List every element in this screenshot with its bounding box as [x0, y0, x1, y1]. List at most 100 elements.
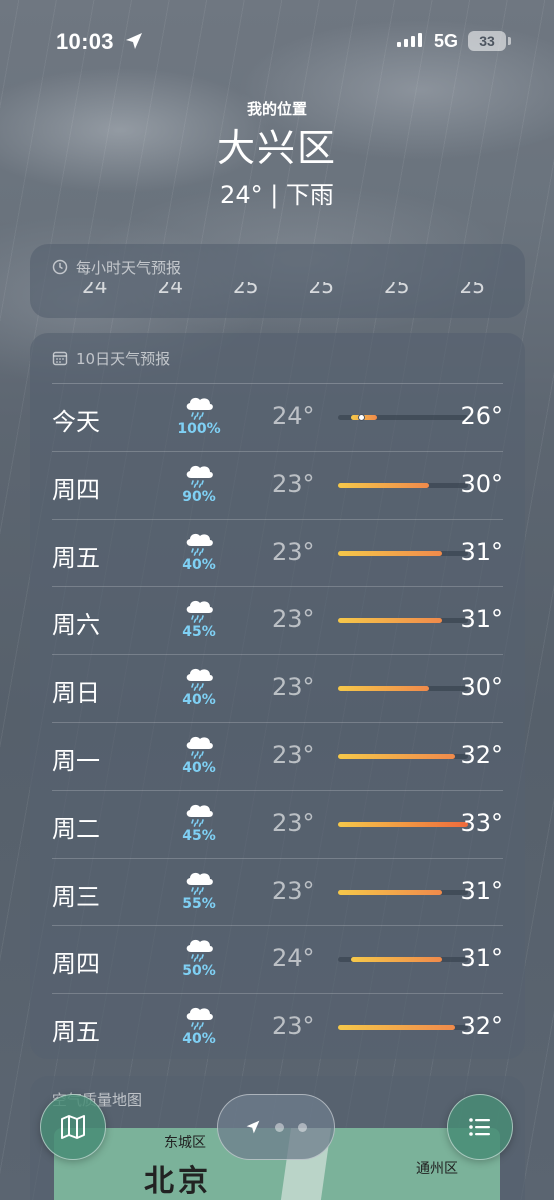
hourly-temp: 25 [308, 282, 334, 298]
ten-day-forecast-title: 10日天气预报 [76, 349, 171, 368]
high-temp: 33° [460, 808, 503, 837]
day-label: 周四 [52, 475, 100, 504]
calendar-icon [52, 351, 68, 366]
temp-range-track [338, 686, 468, 692]
high-temp: 31° [460, 537, 503, 566]
low-temp: 24° [272, 402, 315, 430]
network-type: 5G [434, 31, 459, 51]
forecast-row[interactable]: 周六 45% 23° 31° [52, 587, 503, 656]
hourly-temp: 25 [384, 282, 410, 298]
rain-cloud-icon [186, 397, 213, 420]
precip-chance: 40% [182, 1031, 216, 1048]
high-temp: 31° [460, 605, 503, 634]
forecast-row[interactable]: 周四 90% 23° 30° [52, 452, 503, 520]
high-temp: 30° [460, 469, 503, 498]
day-label: 周五 [52, 1018, 100, 1047]
forecast-row[interactable]: 周二 45% 23° 33° [52, 791, 503, 859]
high-temp: 32° [460, 740, 503, 769]
temp-range-track [338, 550, 468, 556]
temp-range-bar [338, 482, 429, 488]
rain-cloud-icon [186, 669, 213, 691]
rain-cloud-icon [186, 804, 213, 827]
precip-chance: 90% [182, 488, 216, 505]
clock-icon [52, 259, 68, 275]
temp-range-bar [338, 686, 429, 692]
map-button[interactable] [40, 1094, 106, 1160]
daily-rows: 今天 100% 24° 26° 周四 90% 23° 30° 周五 40% 23° 31° 周六 45% 2… [30, 384, 525, 1059]
day-label: 周四 [52, 950, 100, 979]
page-dot[interactable] [275, 1122, 284, 1132]
signal-icon [397, 33, 422, 47]
temp-range-bar [338, 618, 442, 624]
city-name: 大兴区 [216, 126, 337, 170]
list-icon [469, 1118, 490, 1136]
day-label: 周二 [52, 814, 100, 843]
forecast-row[interactable]: 今天 100% 24° 26° [52, 384, 503, 452]
low-temp: 23° [272, 876, 315, 905]
precip-chance: 40% [182, 556, 216, 573]
location-header: 我的位置 大兴区 24° | 下雨 [0, 98, 554, 210]
low-temp: 23° [272, 808, 315, 837]
day-label: 周六 [52, 611, 100, 640]
low-temp: 23° [272, 469, 315, 498]
rain-cloud-icon [186, 465, 213, 488]
hourly-forecast-title: 每小时天气预报 [76, 258, 182, 277]
rain-cloud-icon [186, 533, 213, 556]
temp-range-bar [338, 1025, 455, 1031]
temp-range-bar [338, 550, 442, 556]
temp-range-track [338, 821, 468, 827]
precip-chance: 45% [182, 624, 216, 641]
low-temp: 23° [272, 537, 315, 566]
ten-day-forecast-card[interactable]: 10日天气预报 今天 100% 24° 26° 周四 90% 23° 30° 周五 40% 23° 3… [30, 333, 525, 1059]
forecast-row[interactable]: 周三 55% 23° 31° [52, 859, 503, 927]
map-label-east: 通州区 [416, 1161, 458, 1177]
current-temp-dot [358, 414, 365, 421]
day-label: 周一 [52, 746, 100, 775]
page-dot[interactable] [298, 1122, 307, 1132]
precip-chance: 55% [182, 895, 216, 912]
location-arrow-icon [246, 1120, 260, 1134]
low-temp: 23° [272, 1012, 315, 1041]
rain-cloud-icon [186, 1008, 213, 1030]
precip-chance: 100% [177, 421, 221, 437]
hourly-temp: 25 [459, 282, 485, 298]
map-icon [61, 1115, 85, 1139]
temp-range-bar [338, 821, 468, 827]
temp-range-bar [351, 957, 442, 963]
battery-icon: 33 [468, 31, 511, 51]
hourly-forecast-card[interactable]: 每小时天气预报 24 24 25 25 25 25 [30, 244, 525, 318]
hourly-temp: 24 [157, 282, 183, 298]
rain-cloud-icon [186, 872, 213, 895]
precip-chance: 40% [182, 692, 216, 709]
temp-range-bar [338, 889, 442, 895]
ten-day-forecast-header: 10日天气预报 [30, 333, 525, 383]
forecast-row[interactable]: 周五 40% 23° 31° [52, 520, 503, 588]
temp-range-track [338, 957, 468, 963]
location-pager[interactable] [217, 1094, 335, 1160]
hourly-temps: 24 24 25 25 25 25 [30, 282, 525, 302]
precip-chance: 45% [182, 827, 216, 844]
day-label: 周日 [52, 679, 100, 708]
current-summary: 24° | 下雨 [220, 181, 334, 209]
high-temp: 26° [460, 402, 503, 430]
locations-list-button[interactable] [447, 1094, 513, 1160]
low-temp: 23° [272, 740, 315, 769]
location-arrow-icon [126, 33, 142, 49]
forecast-row[interactable]: 周四 50% 24° 31° [52, 926, 503, 995]
temp-range-track [338, 482, 468, 488]
forecast-row[interactable]: 周五 40% 23° 32° [52, 994, 503, 1059]
rain-cloud-icon [186, 736, 213, 759]
temp-range-track [338, 753, 468, 759]
low-temp: 23° [272, 673, 315, 702]
forecast-row[interactable]: 周日 40% 23° 30° [52, 655, 503, 723]
temp-range-track [338, 889, 468, 895]
map-label-city: 北京 [144, 1164, 212, 1199]
high-temp: 30° [460, 673, 503, 702]
hourly-temp: 25 [233, 282, 259, 298]
day-label: 周三 [52, 882, 100, 911]
precip-chance: 50% [182, 963, 216, 980]
forecast-row[interactable]: 周一 40% 23° 32° [52, 723, 503, 791]
map-label-district: 东城区 [164, 1135, 206, 1151]
temp-range-track [338, 618, 468, 624]
high-temp: 31° [460, 944, 503, 973]
